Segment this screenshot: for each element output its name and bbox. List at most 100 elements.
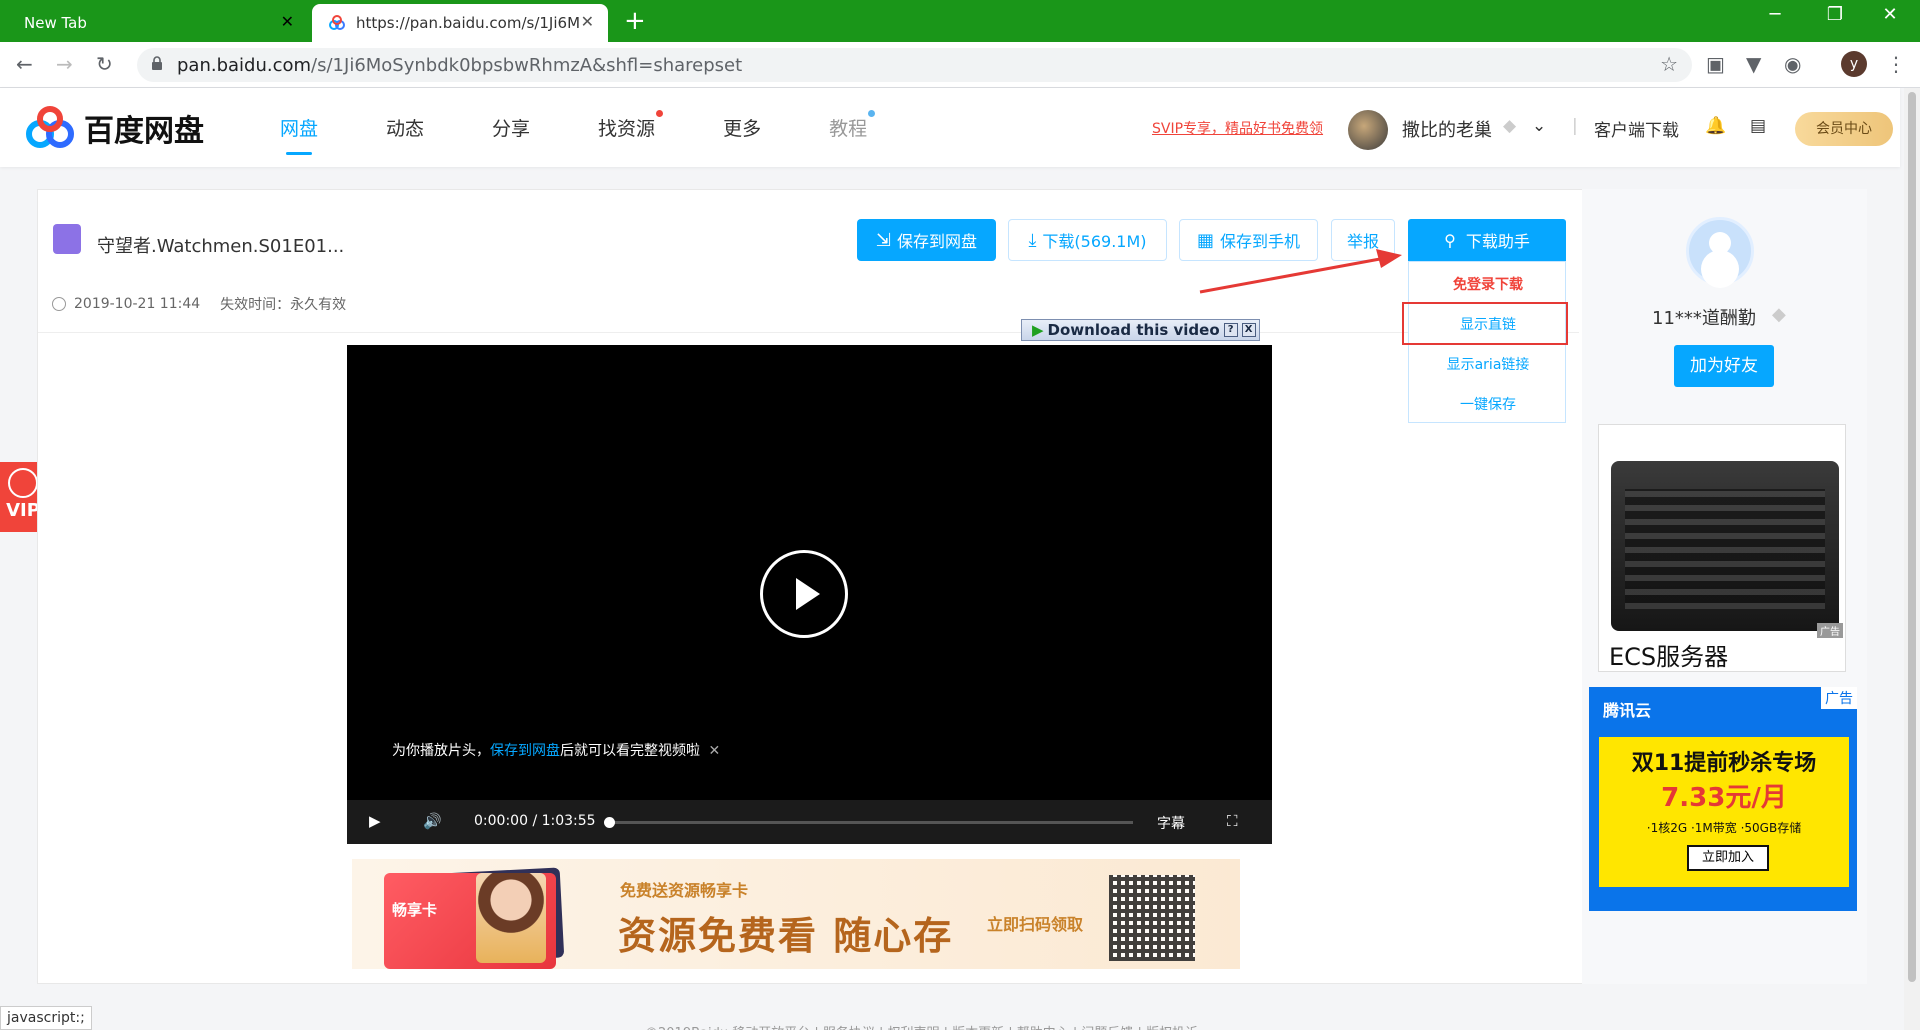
nav-item-netdisk[interactable]: 网盘: [280, 114, 318, 155]
browser-tabbar: New Tab ✕ https://pan.baidu.com/s/1Ji6M …: [0, 0, 1920, 42]
hint-prefix: 为你播放片头，: [392, 743, 490, 759]
tab-baidu-pan[interactable]: https://pan.baidu.com/s/1Ji6M ✕: [312, 4, 608, 42]
page-scrollbar[interactable]: [1904, 88, 1920, 1030]
time-separator: /: [532, 813, 538, 829]
nav-item-resources[interactable]: 找资源: [598, 110, 664, 141]
divider: [38, 332, 1579, 333]
fullscreen-icon[interactable]: ⛶: [1227, 812, 1238, 830]
volume-icon[interactable]: 🔊: [423, 812, 442, 830]
ad-tag: 广告: [1821, 687, 1857, 709]
download-button[interactable]: ⤓ 下载(569.1M): [1008, 219, 1167, 261]
user-avatar[interactable]: [1348, 110, 1388, 150]
baidu-pan-favicon-icon: [329, 15, 345, 30]
logo-icon: [26, 106, 74, 148]
nav-item-tutorial[interactable]: 教程: [829, 110, 876, 141]
back-icon[interactable]: ←: [16, 52, 33, 76]
save-to-pan-button[interactable]: ⇲ 保存到网盘: [857, 219, 996, 261]
clock-icon: [52, 297, 66, 311]
qrcode-image: [1109, 875, 1195, 961]
vip-label: VIP: [6, 500, 40, 521]
profile-avatar[interactable]: y: [1841, 51, 1867, 77]
forward-icon[interactable]: →: [56, 52, 73, 76]
nav-item-feed[interactable]: 动态: [386, 114, 424, 141]
ad-brand: 腾讯云: [1603, 701, 1652, 720]
notification-dot: [656, 110, 664, 117]
ad-headline: 双11提前秒杀专场: [1631, 751, 1817, 776]
save-to-phone-button[interactable]: ▦ 保存到手机: [1179, 219, 1318, 261]
subtitles-button[interactable]: 字幕: [1157, 813, 1185, 833]
bookmark-star-icon[interactable]: ☆: [1660, 52, 1678, 76]
ad-title: ECS服务器: [1609, 643, 1729, 671]
url-path: /s/1Ji6MoSynbdk0bpsbwRhmzA&shfl=sharepse…: [311, 55, 743, 76]
divider: |: [1572, 116, 1578, 136]
ad-price: 7.33元/月: [1661, 783, 1787, 813]
file-meta: 2019-10-21 11:44 失效时间：永久有效: [52, 294, 346, 314]
close-icon[interactable]: X: [1241, 323, 1256, 337]
download-this-video-button[interactable]: ▶ Download this video ? X: [1021, 319, 1260, 341]
menu-item-one-click-save[interactable]: 一键保存: [1409, 394, 1567, 414]
close-hint-icon[interactable]: ✕: [708, 743, 720, 759]
reload-icon[interactable]: ↻: [96, 52, 113, 76]
extension-icon[interactable]: ▣: [1706, 52, 1725, 76]
card-label: 畅享卡: [392, 901, 438, 919]
help-icon[interactable]: ?: [1223, 323, 1238, 337]
new-tab-button[interactable]: +: [624, 6, 646, 36]
server-image: [1611, 461, 1839, 631]
progress-bar[interactable]: [604, 817, 1133, 828]
tab-new-tab[interactable]: New Tab ✕: [0, 4, 308, 42]
scrollbar-thumb[interactable]: [1908, 92, 1916, 982]
time-display: 0:00:00 / 1:03:55: [474, 813, 596, 829]
ad-ecs[interactable]: ECS服务器 广告: [1598, 424, 1846, 672]
owner-avatar: [1686, 217, 1754, 285]
promo-banner[interactable]: 畅享卡 免费送资源畅享卡 资源免费看 随心存 立即扫码领取: [352, 859, 1240, 969]
maximize-icon[interactable]: ❐: [1815, 4, 1855, 25]
url-host: pan.baidu.com: [177, 55, 312, 76]
player-controls: ▶ 🔊 0:00:00 / 1:03:55 字幕 ⛶: [347, 800, 1272, 844]
button-label: 保存到网盘: [897, 232, 978, 251]
menu-item-show-aria-link[interactable]: 显示aria链接: [1409, 354, 1567, 374]
preview-hint: 为你播放片头，保存到网盘后就可以看完整视频啦 ✕: [392, 740, 720, 760]
report-button[interactable]: 举报: [1331, 219, 1395, 261]
extension-globe-icon[interactable]: ◉: [1784, 52, 1801, 76]
close-tab-icon[interactable]: ✕: [581, 12, 594, 31]
download-helper-button[interactable]: ⚲ 下载助手: [1408, 219, 1566, 261]
nav-label: 教程: [829, 118, 868, 140]
vip-center-button[interactable]: 会员中心: [1795, 112, 1893, 146]
svip-promo-link[interactable]: SVIP专享，精品好书免费领: [1152, 118, 1323, 138]
ad-join-button[interactable]: 立即加入: [1687, 845, 1769, 871]
clipboard-icon[interactable]: ▤: [1750, 116, 1766, 136]
hint-save-link[interactable]: 保存到网盘: [490, 743, 560, 759]
nav-label: 找资源: [598, 118, 656, 140]
notification-dot: [868, 110, 876, 117]
video-player[interactable]: 为你播放片头，保存到网盘后就可以看完整视频啦 ✕ ▶ 🔊 0:00:00 / 1…: [347, 345, 1272, 844]
video-file-icon: [53, 224, 81, 254]
tab-title: New Tab: [24, 14, 87, 32]
rocket-icon: ⚲: [1444, 230, 1456, 250]
extension-v-icon[interactable]: ▼: [1746, 52, 1761, 76]
status-bar: javascript:;: [0, 1006, 92, 1030]
big-play-icon[interactable]: [760, 550, 848, 638]
menu-item-no-login-download[interactable]: 免登录下载: [1409, 274, 1567, 294]
baidu-pan-logo[interactable]: 百度网盘: [24, 106, 204, 150]
nav-item-share[interactable]: 分享: [492, 114, 530, 141]
client-download-link[interactable]: 客户端下载: [1594, 116, 1679, 141]
close-window-icon[interactable]: ✕: [1870, 4, 1910, 25]
site-header: 百度网盘 网盘 动态 分享 找资源 更多 教程 SVIP专享，精品好书免费领 撒…: [0, 88, 1900, 167]
username[interactable]: 撒比的老巢: [1402, 116, 1492, 142]
browser-menu-icon[interactable]: ⋮: [1886, 52, 1906, 76]
progress-knob[interactable]: [604, 817, 615, 828]
chevron-down-icon[interactable]: ⌄: [1532, 116, 1546, 136]
add-friend-button[interactable]: 加为好友: [1674, 345, 1774, 387]
minimize-icon[interactable]: ─: [1755, 4, 1795, 25]
lock-icon: [152, 56, 162, 70]
play-circle-icon: [8, 468, 38, 498]
person-image: [476, 873, 546, 963]
close-tab-icon[interactable]: ✕: [281, 12, 294, 31]
url-input[interactable]: pan.baidu.com/s/1Ji6MoSynbdk0bpsbwRhmzA&…: [137, 48, 1692, 82]
button-label: 下载助手: [1465, 232, 1530, 251]
owner-name: 11***道酬勤: [1652, 308, 1756, 329]
bell-icon[interactable]: 🔔: [1705, 116, 1726, 136]
play-icon[interactable]: ▶: [369, 812, 381, 830]
nav-item-more[interactable]: 更多: [723, 114, 761, 141]
ad-tencent-cloud[interactable]: 腾讯云 广告 双11提前秒杀专场 7.33元/月 ·1核2G ·1M带宽 ·50…: [1589, 687, 1857, 911]
